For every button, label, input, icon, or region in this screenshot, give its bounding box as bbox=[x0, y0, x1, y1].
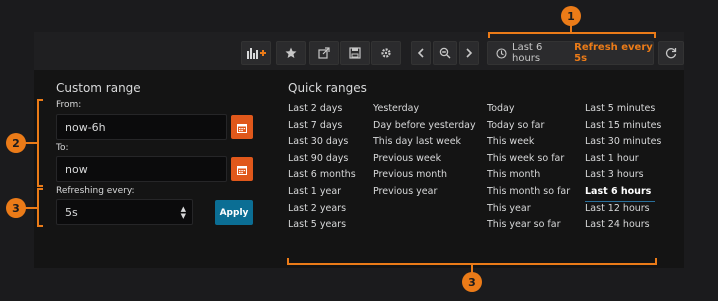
quick-range-item[interactable]: This month so far bbox=[487, 184, 570, 201]
quick-range-item[interactable]: Last 6 months bbox=[288, 167, 356, 184]
quick-range-item[interactable]: Last 2 days bbox=[288, 101, 356, 118]
quick-range-item[interactable]: Last 2 years bbox=[288, 201, 356, 218]
annotation-badge-2: 2 bbox=[6, 133, 26, 153]
save-icon bbox=[349, 47, 361, 59]
chevron-left-icon bbox=[417, 48, 425, 58]
refresh-button[interactable] bbox=[658, 41, 684, 65]
annotation-badge-1: 1 bbox=[561, 6, 581, 26]
quick-range-item[interactable]: Last 5 minutes bbox=[585, 101, 661, 118]
quick-ranges-column-1: Last 2 days Last 7 days Last 30 days Last 9… bbox=[288, 101, 356, 234]
annotation-bracket-3a-top bbox=[37, 188, 43, 190]
quick-range-item[interactable]: Previous week bbox=[373, 151, 476, 168]
quick-range-item[interactable]: Yesterday bbox=[373, 101, 476, 118]
annotation-bracket-2-top bbox=[37, 99, 43, 101]
annotation-bracket-3b-right bbox=[655, 258, 657, 265]
quick-range-item[interactable]: Last 5 years bbox=[288, 217, 356, 234]
to-label: To: bbox=[56, 143, 69, 153]
refreshing-every-label: Refreshing every: bbox=[56, 186, 135, 196]
time-range-label: Last 6 hours bbox=[512, 42, 543, 64]
quick-range-item[interactable]: This month bbox=[487, 167, 570, 184]
select-arrows-icon: ▲ ▼ bbox=[180, 205, 186, 220]
quick-range-item[interactable]: Day before yesterday bbox=[373, 118, 476, 135]
gear-icon bbox=[380, 47, 392, 59]
refresh-interval-value: 5s bbox=[65, 205, 78, 219]
quick-range-item[interactable]: This year so far bbox=[487, 217, 570, 234]
to-calendar-button[interactable] bbox=[231, 157, 253, 181]
zoom-out-icon bbox=[439, 47, 451, 59]
quick-range-item[interactable]: Previous month bbox=[373, 167, 476, 184]
quick-range-item[interactable]: Today so far bbox=[487, 118, 570, 135]
quick-ranges-column-3: Today Today so far This week This week so f… bbox=[487, 101, 570, 234]
clock-icon bbox=[496, 47, 507, 59]
annotation-bracket-1-left bbox=[488, 32, 490, 38]
quick-range-item[interactable]: Last 1 year bbox=[288, 184, 356, 201]
add-panel-icon bbox=[246, 47, 266, 59]
star-icon bbox=[285, 47, 297, 59]
quick-range-item[interactable]: Last 15 minutes bbox=[585, 118, 661, 135]
settings-button[interactable] bbox=[371, 41, 401, 65]
refresh-interval-label: Refresh every 5s bbox=[574, 42, 653, 64]
quick-range-item[interactable]: This week so far bbox=[487, 151, 570, 168]
save-button[interactable] bbox=[340, 41, 370, 65]
custom-range-title: Custom range bbox=[56, 81, 141, 95]
refresh-interval-select[interactable]: 5s ▲ ▼ bbox=[56, 199, 193, 225]
annotation-connector-2 bbox=[25, 142, 38, 144]
annotation-badge-3a: 3 bbox=[6, 198, 26, 218]
quick-range-item[interactable]: Last 30 minutes bbox=[585, 134, 661, 151]
star-button[interactable] bbox=[276, 41, 306, 65]
calendar-icon bbox=[237, 118, 247, 137]
annotation-bracket-1-right bbox=[654, 32, 656, 38]
time-range-picker-button[interactable]: Last 6 hours Refresh every 5s bbox=[487, 41, 654, 65]
chevron-right-icon bbox=[465, 48, 473, 58]
annotation-bracket-2-bottom bbox=[37, 185, 43, 187]
quick-range-item[interactable]: Previous year bbox=[373, 184, 476, 201]
quick-range-item[interactable]: This year bbox=[487, 201, 570, 218]
quick-range-item[interactable]: Last 24 hours bbox=[585, 217, 661, 234]
quick-range-item[interactable]: This week bbox=[487, 134, 570, 151]
annotation-bracket-3b-left bbox=[287, 258, 289, 265]
annotation-badge-3b: 3 bbox=[462, 272, 482, 292]
zoom-out-button[interactable] bbox=[433, 41, 457, 65]
from-label: From: bbox=[56, 100, 82, 110]
calendar-icon bbox=[237, 160, 247, 179]
quick-range-item[interactable]: Last 1 hour bbox=[585, 151, 661, 168]
active-range-underline bbox=[585, 201, 655, 202]
to-input[interactable]: now bbox=[56, 156, 227, 182]
quick-ranges-column-4: Last 5 minutes Last 15 minutes Last 30 min… bbox=[585, 101, 661, 234]
quick-range-item[interactable]: Last 12 hours bbox=[585, 201, 661, 218]
from-calendar-button[interactable] bbox=[231, 115, 253, 139]
add-panel-button[interactable] bbox=[241, 41, 271, 65]
share-button[interactable] bbox=[309, 41, 339, 65]
quick-range-item[interactable]: Last 7 days bbox=[288, 118, 356, 135]
share-icon bbox=[318, 47, 330, 59]
time-shift-forward-button[interactable] bbox=[459, 41, 479, 65]
annotation-connector-3a bbox=[25, 207, 38, 209]
quick-range-item[interactable]: Today bbox=[487, 101, 570, 118]
refresh-icon bbox=[665, 47, 677, 59]
quick-range-item[interactable]: Last 3 hours bbox=[585, 167, 661, 184]
apply-button[interactable]: Apply bbox=[215, 200, 253, 225]
from-input[interactable]: now-6h bbox=[56, 114, 227, 140]
annotation-bracket-3a-bottom bbox=[37, 225, 43, 227]
quick-range-item[interactable]: Last 6 hours bbox=[585, 184, 661, 201]
quick-ranges-column-2: Yesterday Day before yesterday This day la… bbox=[373, 101, 476, 201]
quick-ranges-title: Quick ranges bbox=[288, 81, 367, 95]
time-shift-back-button[interactable] bbox=[411, 41, 431, 65]
quick-range-item[interactable]: Last 90 days bbox=[288, 151, 356, 168]
quick-range-item[interactable]: This day last week bbox=[373, 134, 476, 151]
annotation-bracket-1 bbox=[488, 32, 656, 34]
quick-range-item[interactable]: Last 30 days bbox=[288, 134, 356, 151]
